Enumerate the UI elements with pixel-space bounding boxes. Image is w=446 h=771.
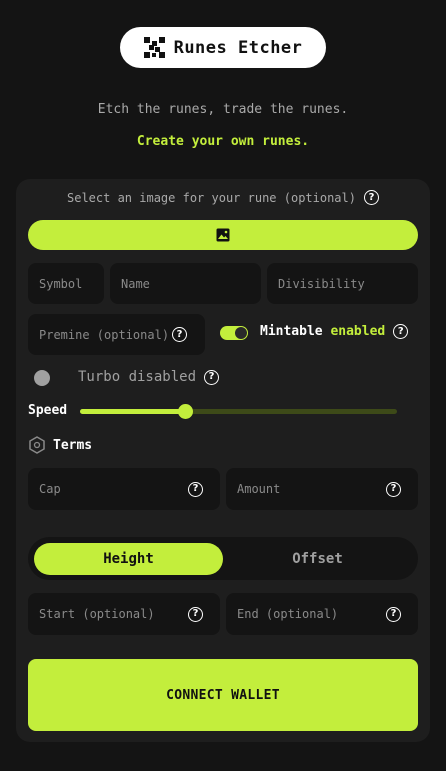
image-select-text: Select an image for your rune (optional) (67, 190, 356, 205)
slider-thumb[interactable] (177, 404, 193, 419)
symbol-placeholder: Symbol (39, 276, 83, 291)
help-icon[interactable]: ? (393, 324, 409, 339)
speed-label: Speed (28, 403, 68, 418)
logo-pill[interactable]: Runes Etcher (120, 27, 326, 68)
premine-field[interactable]: Premine (optional) ? (28, 314, 205, 355)
help-icon[interactable]: ? (204, 369, 220, 385)
name-placeholder: Name (121, 276, 150, 291)
symbol-field[interactable]: Symbol (28, 263, 104, 304)
start-placeholder: Start (optional) (39, 607, 155, 621)
tagline: Etch the runes, trade the runes. (97, 102, 349, 117)
image-select-label: Select an image for your rune (optional)… (0, 190, 446, 205)
start-field[interactable]: Start (optional) ? (28, 593, 220, 635)
terms-section-header[interactable]: Terms (28, 436, 92, 454)
help-icon[interactable]: ? (363, 190, 379, 205)
qr-rune-icon (143, 37, 165, 58)
turbo-label-group: Turbo disabled ? (78, 369, 220, 385)
cap-field[interactable]: Cap ? (28, 468, 220, 510)
mintable-label-group: Mintable enabled ? (260, 324, 409, 339)
speed-slider[interactable] (80, 404, 397, 419)
height-offset-segment: Height Offset (28, 537, 418, 580)
help-icon[interactable]: ? (386, 606, 401, 622)
segment-offset[interactable]: Offset (223, 543, 412, 575)
mintable-label: Mintable (260, 324, 323, 339)
upload-image-button[interactable] (28, 220, 418, 250)
app-title: Runes Etcher (173, 37, 303, 58)
page: Runes Etcher Etch the runes, trade the r… (0, 0, 446, 771)
amount-field[interactable]: Amount ? (226, 468, 418, 510)
turbo-label: Turbo disabled (78, 369, 197, 385)
toggle-knob (235, 327, 247, 339)
divisibility-field[interactable]: Divisibility (267, 263, 418, 304)
end-placeholder: End (optional) (237, 607, 339, 621)
mintable-toggle[interactable] (220, 326, 248, 340)
cap-placeholder: Cap (39, 482, 61, 496)
image-icon (216, 228, 230, 242)
help-icon[interactable]: ? (188, 481, 203, 497)
name-field[interactable]: Name (110, 263, 261, 304)
slider-fill (80, 409, 185, 414)
end-field[interactable]: End (optional) ? (226, 593, 418, 635)
help-icon[interactable]: ? (172, 327, 187, 342)
turbo-toggle[interactable] (34, 370, 50, 386)
help-icon[interactable]: ? (386, 481, 401, 497)
help-icon[interactable]: ? (188, 606, 203, 622)
amount-placeholder: Amount (237, 482, 281, 496)
terms-label: Terms (53, 437, 93, 453)
divisibility-placeholder: Divisibility (278, 276, 365, 291)
mintable-state: enabled (330, 324, 386, 339)
hexagon-icon (29, 436, 45, 454)
tagline-accent: Create your own runes. (136, 134, 310, 149)
segment-height[interactable]: Height (34, 543, 223, 575)
connect-wallet-button[interactable]: CONNECT WALLET (28, 659, 418, 731)
premine-placeholder: Premine (optional) (39, 327, 170, 342)
